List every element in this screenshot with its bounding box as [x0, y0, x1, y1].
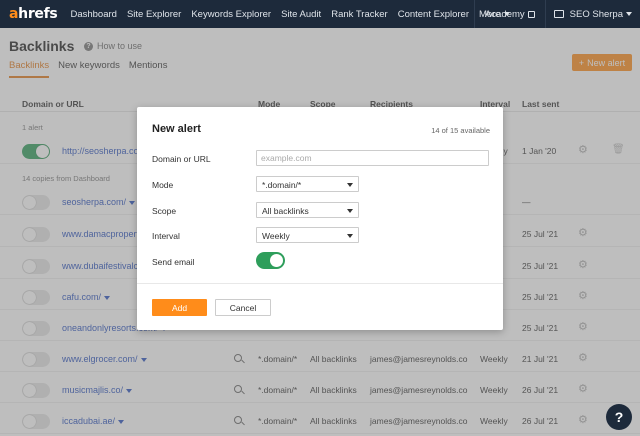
domain-label: Domain or URL — [152, 154, 211, 164]
monitor-icon — [553, 10, 564, 18]
mode-select[interactable]: *.domain/* — [256, 176, 359, 192]
new-alert-dialog: New alert 14 of 15 available Domain or U… — [137, 107, 503, 330]
nav-site-explorer[interactable]: Site Explorer — [127, 9, 181, 20]
nav-academy[interactable]: Academy — [485, 9, 535, 20]
nav-site-audit[interactable]: Site Audit — [281, 9, 321, 20]
mode-label: Mode — [152, 180, 174, 190]
ahrefs-logo[interactable]: ahrefs — [9, 6, 58, 22]
add-button[interactable]: Add — [152, 299, 207, 316]
chevron-down-icon — [347, 183, 353, 187]
cancel-button[interactable]: Cancel — [215, 299, 271, 316]
chevron-down-icon — [626, 12, 632, 16]
account-menu[interactable]: SEO Sherpa — [553, 9, 632, 20]
domain-url-input[interactable] — [256, 150, 489, 166]
nav-keywords-explorer[interactable]: Keywords Explorer — [191, 9, 271, 20]
interval-label: Interval — [152, 231, 180, 241]
chevron-down-icon — [347, 234, 353, 238]
top-nav: ahrefs Dashboard Site Explorer Keywords … — [0, 0, 640, 28]
scope-label: Scope — [152, 206, 177, 216]
interval-select[interactable]: Weekly — [256, 227, 359, 243]
help-button[interactable]: ? — [606, 404, 632, 430]
nav-rank-tracker[interactable]: Rank Tracker — [331, 9, 388, 20]
scope-select[interactable]: All backlinks — [256, 202, 359, 218]
nav-content-explorer[interactable]: Content Explorer — [398, 9, 469, 20]
send-email-toggle[interactable] — [256, 252, 285, 269]
divider — [137, 283, 503, 284]
dialog-title: New alert — [152, 123, 201, 135]
nav-dashboard[interactable]: Dashboard — [70, 9, 116, 20]
availability-count: 14 of 15 available — [431, 126, 490, 135]
chevron-down-icon — [347, 209, 353, 213]
send-email-label: Send email — [152, 257, 195, 267]
external-link-icon — [527, 10, 535, 18]
